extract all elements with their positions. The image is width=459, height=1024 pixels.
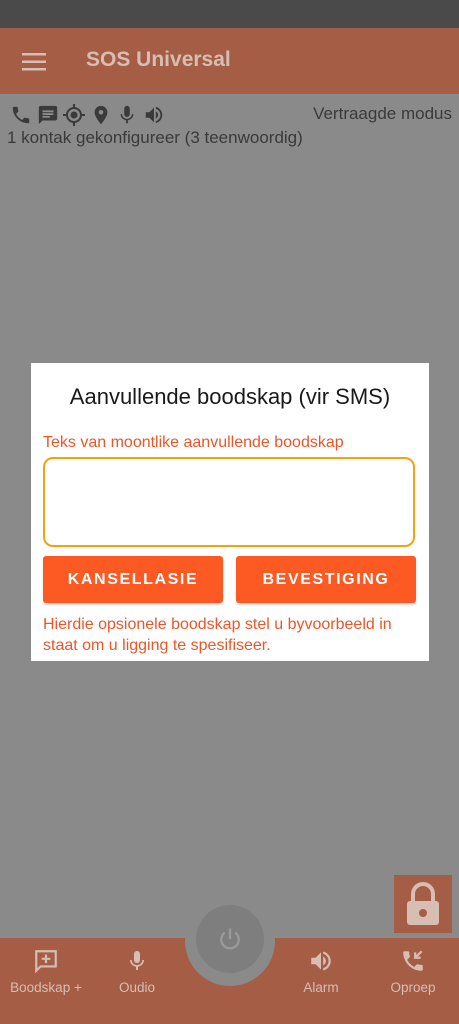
lock-button[interactable] <box>394 875 452 933</box>
system-status-bar <box>0 0 459 28</box>
microphone-icon <box>130 951 144 970</box>
outgoing-call-icon <box>403 950 423 971</box>
hamburger-menu-icon <box>22 53 46 71</box>
additional-message-dialog: Aanvullende boodskap (vir SMS) Teks van … <box>31 363 429 661</box>
nav-audio[interactable]: Oudio <box>92 948 182 995</box>
cancel-button[interactable]: KANSELLASIE <box>43 556 223 603</box>
confirm-button[interactable]: BEVESTIGING <box>236 556 416 603</box>
menu-button[interactable] <box>14 48 54 76</box>
message-field-label: Teks van moontlike aanvullende boodskap <box>43 434 344 451</box>
nav-add-message[interactable]: Boodskap + <box>1 948 91 995</box>
status-icon-row <box>8 102 167 128</box>
gps-icon <box>61 102 87 128</box>
location-pin-icon <box>88 102 114 128</box>
sms-icon <box>35 102 61 128</box>
mode-status-text: Vertraagde modus <box>313 104 452 123</box>
phone-icon <box>8 102 34 128</box>
nav-audio-label: Oudio <box>118 980 156 995</box>
lock-icon <box>407 882 439 925</box>
power-button[interactable] <box>196 905 264 973</box>
additional-message-input[interactable] <box>43 457 415 547</box>
app-bar: SOS Universal <box>0 28 459 94</box>
add-message-icon <box>35 950 57 974</box>
nav-call[interactable]: Oproep <box>368 948 458 995</box>
contacts-status-text: 1 kontak gekonfigureer (3 teenwoordig) <box>7 128 303 147</box>
microphone-icon <box>114 102 140 128</box>
dialog-hint-text: Hierdie opsionele boodskap stel u byvoor… <box>43 616 392 654</box>
speaker-icon <box>141 102 167 128</box>
app-title: SOS Universal <box>86 48 231 71</box>
nav-alarm[interactable]: Alarm <box>276 948 366 995</box>
nav-add-message-label: Boodskap + <box>10 980 82 995</box>
nav-call-label: Oproep <box>390 980 436 995</box>
dialog-title: Aanvullende boodskap (vir SMS) <box>69 384 391 409</box>
nav-alarm-label: Alarm <box>303 980 339 995</box>
power-icon <box>220 928 240 950</box>
speaker-icon <box>311 951 331 971</box>
